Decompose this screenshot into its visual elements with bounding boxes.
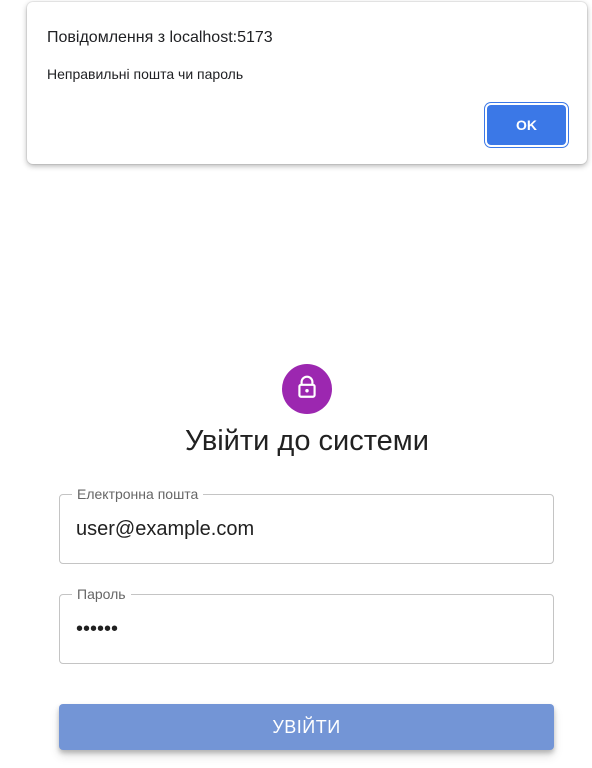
lock-avatar [282, 364, 332, 414]
login-submit-button[interactable]: УВІЙТИ [59, 704, 554, 750]
alert-message: Неправильні пошта чи пароль [47, 66, 244, 82]
lock-icon [294, 374, 320, 405]
email-input[interactable] [76, 515, 536, 543]
page: Повідомлення з localhost:5173 Неправильн… [0, 0, 592, 768]
alert-title: Повідомлення з localhost:5173 [47, 29, 273, 46]
email-label: Електронна пошта [72, 486, 204, 502]
alert-ok-button[interactable]: OK [487, 105, 566, 145]
login-title: Увійти до системи [185, 425, 429, 457]
password-label: Пароль [72, 586, 131, 602]
alert-dialog: Повідомлення з localhost:5173 Неправильн… [27, 2, 587, 164]
email-field: Електронна пошта [59, 486, 554, 564]
password-field: Пароль [59, 586, 554, 664]
password-input[interactable] [76, 615, 536, 643]
